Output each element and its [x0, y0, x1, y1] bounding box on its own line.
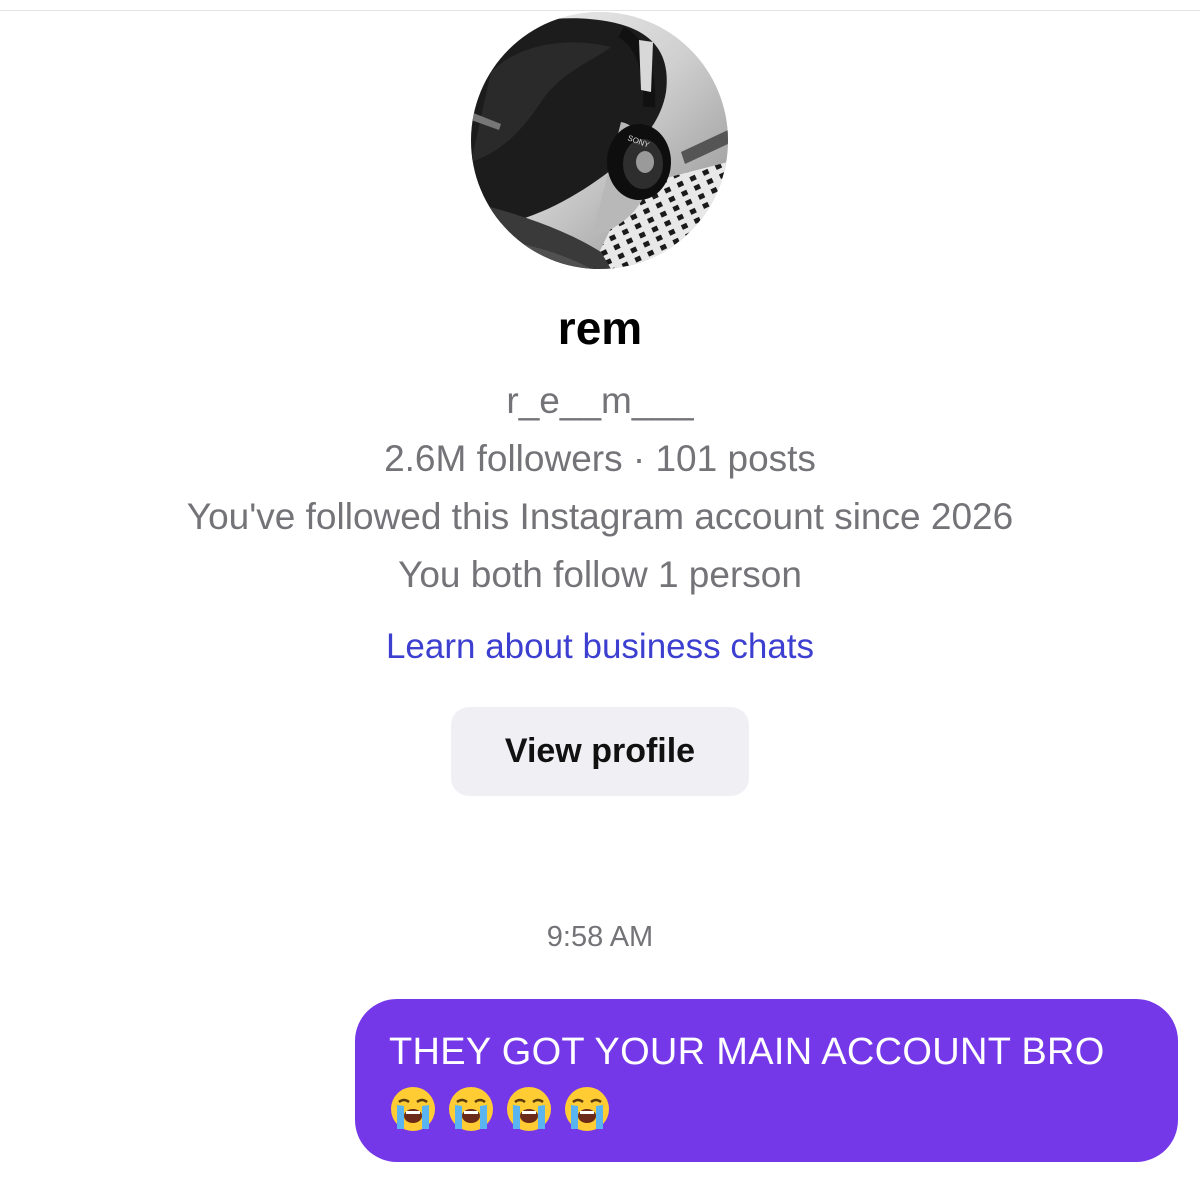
header-divider: [0, 10, 1200, 11]
learn-business-chats-link[interactable]: Learn about business chats: [386, 627, 814, 666]
mutual-follows-text: You both follow 1 person: [398, 554, 802, 595]
outgoing-message-bubble[interactable]: THEY GOT YOUR MAIN ACCOUNT BRO: [355, 999, 1178, 1162]
emoji-row: [389, 1085, 1148, 1133]
follower-post-stats: 2.6M followers · 101 posts: [384, 438, 816, 479]
avatar[interactable]: SONY: [471, 12, 728, 269]
message-timestamp: 9:58 AM: [546, 921, 654, 953]
profile-photo-icon: SONY: [471, 12, 728, 269]
username: r_e__m___: [506, 380, 694, 421]
learn-business-chats-container: Learn about business chats: [0, 624, 1200, 670]
followed-since-text: You've followed this Instagram account s…: [186, 496, 1014, 537]
loudly-crying-face-icon: [449, 1087, 493, 1131]
loudly-crying-face-icon: [565, 1087, 609, 1131]
display-name: rem: [557, 302, 643, 354]
chat-screen: SONY rem r_e__m___ 2.6M followers · 101 …: [0, 0, 1200, 1181]
loudly-crying-face-icon: [507, 1087, 551, 1131]
view-profile-button[interactable]: View profile: [451, 707, 749, 796]
loudly-crying-face-icon: [391, 1087, 435, 1131]
message-text: THEY GOT YOUR MAIN ACCOUNT BRO: [389, 1031, 1105, 1073]
